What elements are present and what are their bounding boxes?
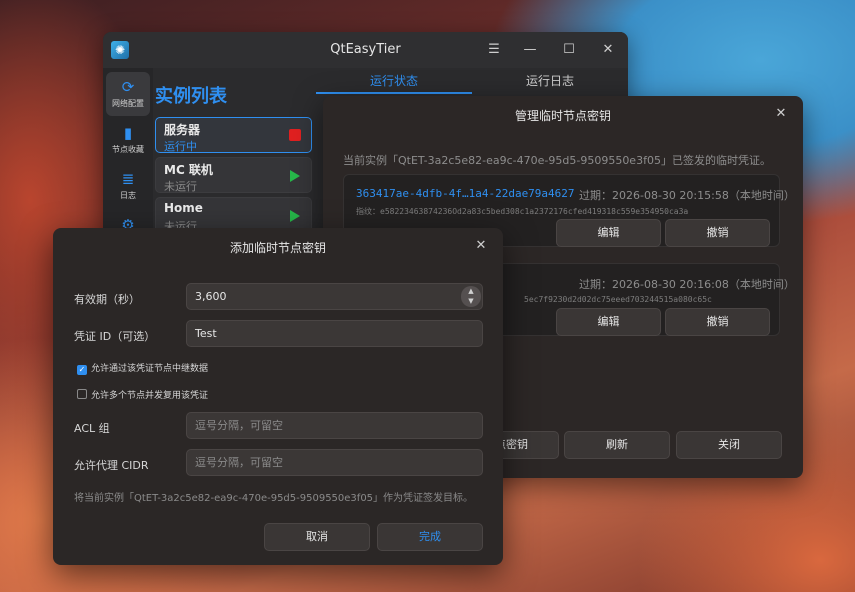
key-expires: 过期：2026-08-30 20:15:58（本地时间） xyxy=(579,189,795,202)
confirm-button[interactable]: 完成 xyxy=(377,523,483,551)
validity-spinbox[interactable]: 3,600 ▲ ▼ xyxy=(186,283,483,310)
checkbox-unchecked-icon[interactable] xyxy=(77,389,87,399)
close-button[interactable]: 关闭 xyxy=(676,431,782,459)
sidebar-item-log[interactable]: ≣ 日志 xyxy=(106,164,150,208)
close-icon[interactable]: ✕ xyxy=(598,40,618,60)
title-bar: ✺ QtEasyTier ☰ — ☐ ✕ xyxy=(103,32,628,68)
log-icon: ≣ xyxy=(121,170,135,188)
minimize-icon[interactable]: — xyxy=(520,40,540,60)
stop-icon[interactable] xyxy=(289,129,301,141)
instance-list-panel: 实例列表 服务器 运行中 MC 联机 未运行 Home 未运行 xyxy=(153,68,316,242)
footer-note: 将当前实例「QtET-3a2c5e82-ea9c-470e-95d5-95095… xyxy=(74,493,474,504)
tab-run-log[interactable]: 运行日志 xyxy=(472,68,628,94)
allow-multi-label: 允许多个节点并发复用该凭证 xyxy=(91,391,209,401)
network-icon: ⟳ xyxy=(121,78,135,96)
acl-input[interactable] xyxy=(186,412,483,439)
cancel-button[interactable]: 取消 xyxy=(264,523,370,551)
spin-arrows-icon[interactable]: ▲ ▼ xyxy=(461,286,481,307)
cidr-label: 允许代理 CIDR xyxy=(74,459,149,472)
instance-name: 服务器 xyxy=(164,123,201,137)
instance-status: 未运行 xyxy=(164,180,197,193)
cidr-input[interactable] xyxy=(186,449,483,476)
maximize-icon[interactable]: ☐ xyxy=(559,40,579,60)
allow-relay-label: 允许通过该凭证节点中继数据 xyxy=(91,364,209,374)
play-icon[interactable] xyxy=(290,170,300,182)
acl-label: ACL 组 xyxy=(74,422,110,435)
key-fingerprint: 指纹：e58223463874236Od2a83c5bed308c1a23721… xyxy=(356,207,689,216)
sidebar-item-label: 日志 xyxy=(120,191,136,200)
refresh-button[interactable]: 刷新 xyxy=(564,431,670,459)
sidebar-item-label: 节点收藏 xyxy=(112,145,144,154)
instance-status: 运行中 xyxy=(164,140,197,153)
sidebar-item-label: 网络配置 xyxy=(112,99,144,108)
edit-button[interactable]: 编辑 xyxy=(556,219,661,247)
key-id[interactable]: 363417ae-4dfb-4f…1a4-22dae79a4627 xyxy=(356,187,575,200)
allow-multi-checkbox[interactable]: 允许多个节点并发复用该凭证 xyxy=(77,388,208,401)
window-title: QtEasyTier xyxy=(330,42,401,57)
dialog-title: 添加临时节点密钥 xyxy=(229,241,326,255)
instance-name: Home xyxy=(164,201,203,215)
key-fingerprint: 5ec7f9230d2d02dc75eeed703244515a080c65c xyxy=(524,295,712,304)
add-key-dialog: 添加临时节点密钥 ✕ 有效期（秒） 3,600 ▲ ▼ 凭证 ID（可选） Tes… xyxy=(53,228,503,565)
allow-relay-checkbox[interactable]: ✓ 允许通过该凭证节点中继数据 xyxy=(77,361,208,375)
sidebar: ⟳ 网络配置 ▮ 节点收藏 ≣ 日志 ⚙ xyxy=(103,68,153,242)
revoke-button[interactable]: 撤销 xyxy=(665,308,770,336)
close-icon[interactable]: ✕ xyxy=(771,104,791,124)
key-expires: 过期：2026-08-30 20:16:08（本地时间） xyxy=(579,278,795,291)
validity-label: 有效期（秒） xyxy=(74,293,140,306)
instance-name: MC 联机 xyxy=(164,163,213,177)
instance-list-title: 实例列表 xyxy=(155,86,227,107)
sidebar-item-bookmarks[interactable]: ▮ 节点收藏 xyxy=(106,118,150,162)
play-icon[interactable] xyxy=(290,210,300,222)
validity-value: 3,600 xyxy=(195,290,227,303)
edit-button[interactable]: 编辑 xyxy=(556,308,661,336)
credential-id-field[interactable]: Test xyxy=(186,320,483,347)
menu-icon[interactable]: ☰ xyxy=(484,40,504,60)
revoke-button[interactable]: 撤销 xyxy=(665,219,770,247)
instance-card-server[interactable]: 服务器 运行中 xyxy=(155,117,312,153)
dialog-title: 管理临时节点密钥 xyxy=(514,109,611,123)
tab-run-status[interactable]: 运行状态 xyxy=(316,68,472,94)
bookmark-icon: ▮ xyxy=(123,124,133,142)
close-icon[interactable]: ✕ xyxy=(471,236,491,256)
checkbox-checked-icon[interactable]: ✓ xyxy=(77,365,87,375)
credential-value: Test xyxy=(195,327,217,340)
sidebar-item-network[interactable]: ⟳ 网络配置 xyxy=(106,72,150,116)
credential-label: 凭证 ID（可选） xyxy=(74,330,156,343)
dialog-description: 当前实例「QtET-3a2c5e82-ea9c-470e-95d5-950955… xyxy=(343,154,771,167)
instance-card-mc[interactable]: MC 联机 未运行 xyxy=(155,157,312,193)
